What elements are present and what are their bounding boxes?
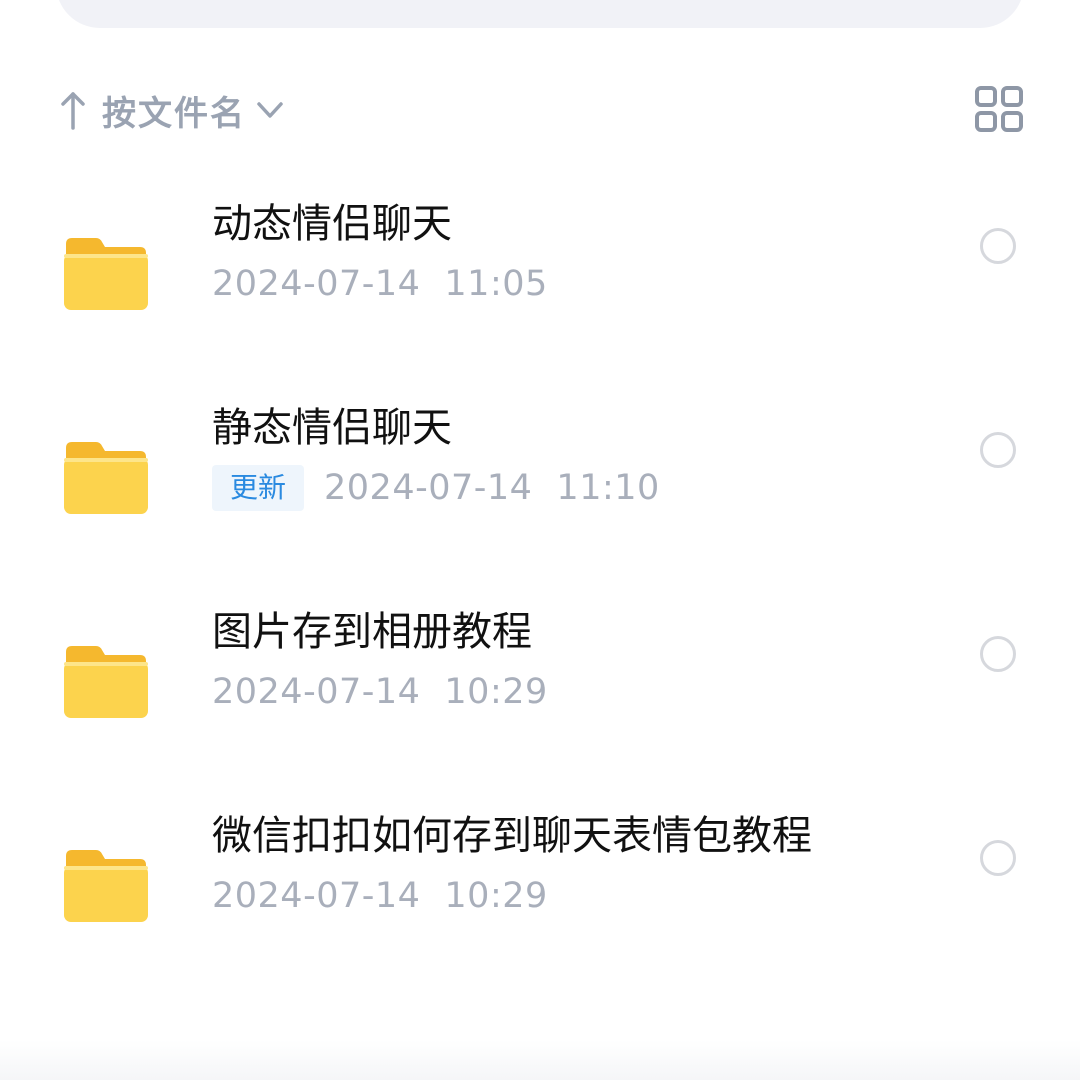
sort-selector[interactable]: 按文件名 <box>58 80 286 140</box>
folder-icon <box>64 442 148 514</box>
select-checkbox[interactable] <box>980 228 1016 264</box>
file-name: 动态情侣聊天 <box>212 201 452 247</box>
file-name: 静态情侣聊天 <box>212 405 452 451</box>
select-checkbox[interactable] <box>980 432 1016 468</box>
file-date: 2024-07-14 <box>212 876 421 916</box>
file-date: 2024-07-14 <box>212 264 421 304</box>
file-date: 2024-07-14 <box>324 468 533 508</box>
file-date: 2024-07-14 <box>212 672 421 712</box>
file-time: 11:10 <box>556 468 660 508</box>
select-checkbox[interactable] <box>980 636 1016 672</box>
select-checkbox[interactable] <box>980 840 1016 876</box>
file-meta: 2024-07-14 11:05 <box>212 260 548 308</box>
folder-icon <box>64 646 148 718</box>
folder-icon <box>64 850 148 922</box>
sort-label: 按文件名 <box>102 93 246 134</box>
file-list-page: 按文件名 动态情侣聊天 2024-07-14 11:05 静态情侣聊天 更新 2… <box>0 0 1080 1080</box>
search-bar[interactable] <box>56 0 1024 28</box>
file-row[interactable]: 图片存到相册教程 2024-07-14 10:29 <box>0 604 1080 744</box>
file-meta: 2024-07-14 10:29 <box>212 872 548 920</box>
bottom-bar-edge <box>0 1040 1080 1080</box>
file-row[interactable]: 静态情侣聊天 更新 2024-07-14 11:10 <box>0 400 1080 540</box>
file-time: 11:05 <box>444 264 548 304</box>
grid-view-icon[interactable] <box>974 86 1024 132</box>
file-row[interactable]: 微信扣扣如何存到聊天表情包教程 2024-07-14 10:29 <box>0 808 1080 948</box>
file-meta: 2024-07-14 10:29 <box>212 668 548 716</box>
file-meta: 更新 2024-07-14 11:10 <box>212 464 660 512</box>
update-badge: 更新 <box>212 465 305 511</box>
arrow-up-icon <box>61 92 85 130</box>
chevron-down-icon <box>257 102 283 118</box>
file-time: 10:29 <box>444 672 548 712</box>
file-name: 微信扣扣如何存到聊天表情包教程 <box>212 813 812 859</box>
file-name: 图片存到相册教程 <box>212 609 532 655</box>
file-time: 10:29 <box>444 876 548 916</box>
file-row[interactable]: 动态情侣聊天 2024-07-14 11:05 <box>0 196 1080 336</box>
folder-icon <box>64 238 148 310</box>
